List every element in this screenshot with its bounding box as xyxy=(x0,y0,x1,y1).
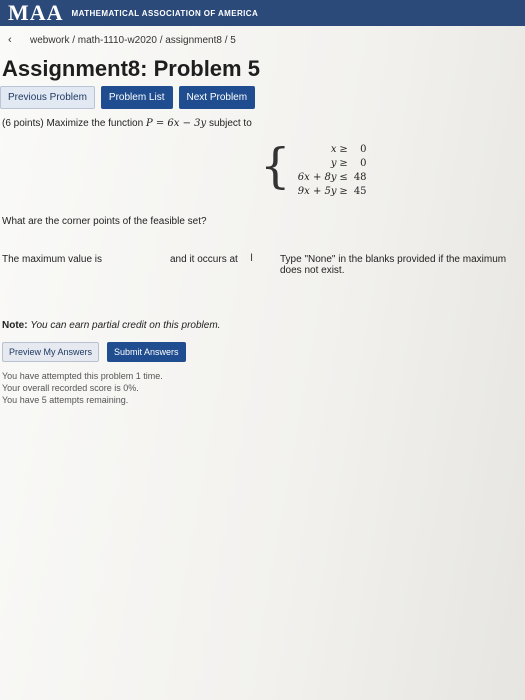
note-text: You can earn partial credit on this prob… xyxy=(30,320,221,331)
problem-list-button[interactable]: Problem List xyxy=(100,86,173,109)
constraint-lhs: x xyxy=(330,143,337,155)
constraint-lhs: y xyxy=(330,157,337,169)
none-hint: Type "None" in the blanks provided if th… xyxy=(280,254,507,276)
constraint-lhs: 9x + 5y xyxy=(297,185,337,197)
max-value-input[interactable] xyxy=(74,248,166,269)
submit-answers-button[interactable]: Submit Answers xyxy=(107,342,186,362)
problem-statement: (6 points) Maximize the function P = 6x … xyxy=(2,118,252,129)
constraint-rhs: 45 xyxy=(353,185,367,197)
page-title: Assignment8: Problem 5 xyxy=(2,56,260,81)
constraint-rhs: 0 xyxy=(360,157,367,169)
back-arrow-icon[interactable]: ‹ xyxy=(8,34,22,46)
constraint-row: y ≥ 0 xyxy=(295,156,367,170)
problem-suffix: subject to xyxy=(208,118,252,129)
attempt-status: You have attempted this problem 1 time. … xyxy=(2,370,163,406)
problem-nav: Previous Problem Problem List Next Probl… xyxy=(0,86,261,109)
occurs-at-input[interactable] xyxy=(232,248,276,269)
text-cursor-icon: I xyxy=(250,252,254,264)
constraint-row: x ≥ 0 xyxy=(295,142,367,156)
score-text: Your overall recorded score is 0%. xyxy=(2,383,139,393)
answer-buttons: Preview My Answers Submit Answers xyxy=(2,342,194,362)
problem-prefix: Maximize the function xyxy=(46,118,144,129)
constraint-lhs: 6x + 8y xyxy=(297,171,337,183)
constraint-system: { x ≥ 0 y ≥ 0 6x + 8y ≤ 48 9x + 5y ≥ 45 xyxy=(260,140,367,200)
maa-logo[interactable]: MAA xyxy=(8,0,64,26)
left-brace-icon: { xyxy=(260,138,291,194)
constraint-op: ≥ xyxy=(339,185,348,197)
breadcrumb-row: ‹ webwork / math-1110-w2020 / assignment… xyxy=(0,30,525,50)
organization-name: MATHEMATICAL ASSOCIATION OF AMERICA xyxy=(71,8,259,18)
constraint-list: x ≥ 0 y ≥ 0 6x + 8y ≤ 48 9x + 5y ≥ 45 xyxy=(295,140,367,200)
problem-points: (6 points) xyxy=(2,118,44,129)
remaining-text: You have 5 attempts remaining. xyxy=(2,395,129,405)
answer-row: The maximum value is and it occurs at I … xyxy=(2,248,522,276)
constraint-row: 9x + 5y ≥ 45 xyxy=(295,184,367,198)
objective-function: P = 6x − 3y xyxy=(145,118,207,129)
constraint-rhs: 48 xyxy=(353,171,367,183)
previous-problem-button[interactable]: Previous Problem xyxy=(0,86,95,109)
constraint-op: ≥ xyxy=(339,143,348,155)
corner-points-question: What are the corner points of the feasib… xyxy=(2,216,207,227)
header-bar: MAA MATHEMATICAL ASSOCIATION OF AMERICA xyxy=(0,0,525,26)
constraint-rhs: 0 xyxy=(360,143,367,155)
next-problem-button[interactable]: Next Problem xyxy=(178,86,256,109)
constraint-op: ≥ xyxy=(339,157,348,169)
attempted-text: You have attempted this problem 1 time. xyxy=(2,371,163,381)
constraint-row: 6x + 8y ≤ 48 xyxy=(295,170,367,184)
partial-credit-note: Note: You can earn partial credit on thi… xyxy=(2,320,220,331)
preview-answers-button[interactable]: Preview My Answers xyxy=(2,342,100,362)
constraint-op: ≤ xyxy=(339,171,348,183)
note-label: Note: xyxy=(2,320,28,331)
occurs-at-label: and it occurs at xyxy=(170,254,238,265)
page: MAA MATHEMATICAL ASSOCIATION OF AMERICA … xyxy=(0,0,525,700)
breadcrumb[interactable]: webwork / math-1110-w2020 / assignment8 … xyxy=(30,35,236,46)
